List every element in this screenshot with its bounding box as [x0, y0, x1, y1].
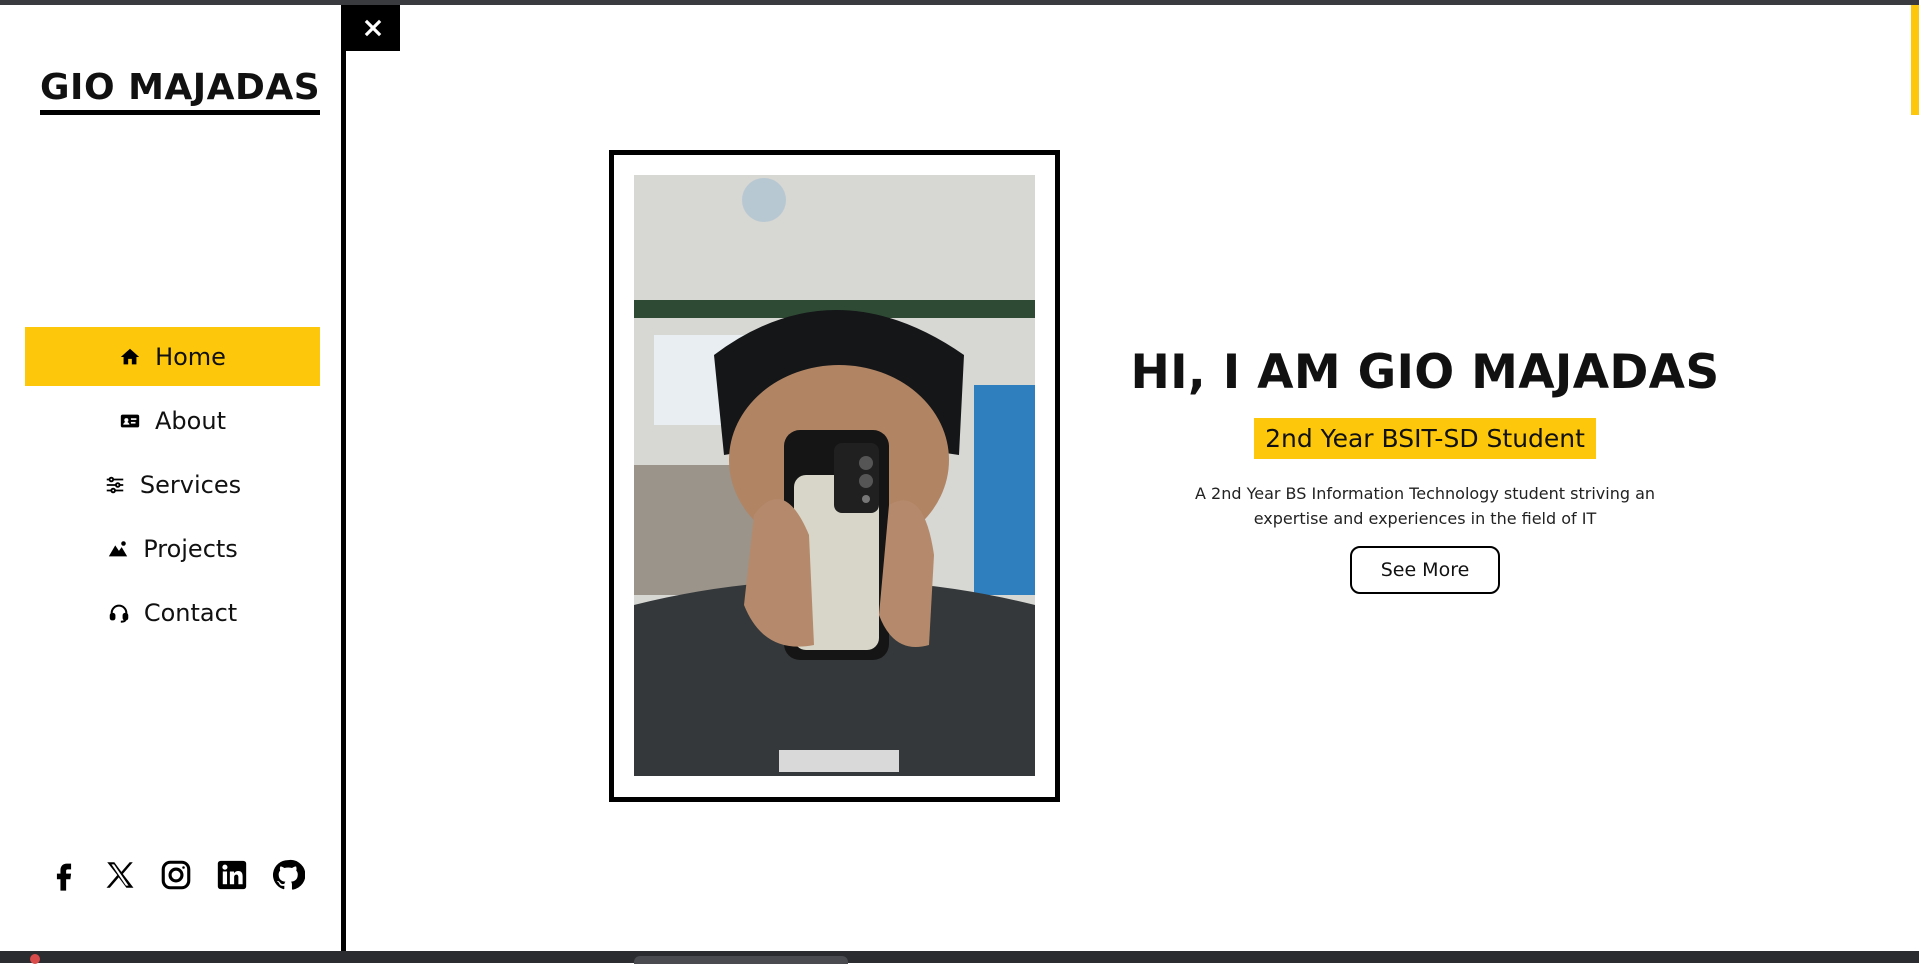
- os-taskbar: [0, 951, 1919, 963]
- nav-item-label: About: [155, 407, 226, 435]
- instagram-link[interactable]: [158, 856, 194, 894]
- profile-photo-illustration: [634, 175, 1035, 776]
- role-badge: 2nd Year BSIT-SD Student: [1254, 418, 1596, 459]
- github-icon: [271, 858, 305, 892]
- home-icon: [119, 346, 141, 368]
- nav-item-label: Contact: [144, 599, 237, 627]
- profile-photo-frame: [609, 150, 1060, 802]
- close-button[interactable]: [346, 5, 400, 51]
- instagram-icon: [159, 858, 193, 892]
- nav-item-label: Services: [140, 471, 241, 499]
- hero-description: A 2nd Year BS Information Technology stu…: [1175, 481, 1675, 531]
- linkedin-link[interactable]: [214, 856, 250, 894]
- hero-title: HI, I AM GIO MAJADAS: [1125, 345, 1725, 400]
- nav-item-home[interactable]: Home: [25, 327, 320, 386]
- see-more-button[interactable]: See More: [1350, 546, 1500, 594]
- x-link[interactable]: [102, 856, 138, 894]
- linkedin-icon: [215, 858, 249, 892]
- mountain-image-icon: [107, 538, 129, 560]
- nav-item-projects[interactable]: Projects: [25, 519, 320, 578]
- headset-icon: [108, 602, 130, 624]
- nav-item-services[interactable]: Services: [25, 455, 320, 514]
- facebook-link[interactable]: [46, 856, 82, 894]
- main-nav: Home About Services Projects Contact: [25, 327, 320, 647]
- nav-item-about[interactable]: About: [25, 391, 320, 450]
- id-card-icon: [119, 410, 141, 432]
- brand-logo[interactable]: GIO MAJADAS: [40, 67, 320, 115]
- sliders-icon: [104, 474, 126, 496]
- hero-section: HI, I AM GIO MAJADAS 2nd Year BSIT-SD St…: [1125, 345, 1725, 594]
- github-link[interactable]: [270, 856, 306, 894]
- scroll-accent-bar: [1911, 5, 1919, 115]
- close-icon: [363, 18, 383, 38]
- sidebar: GIO MAJADAS Home About Services Projects…: [0, 5, 346, 951]
- facebook-icon: [47, 858, 81, 892]
- nav-item-label: Projects: [143, 535, 238, 563]
- social-links: [46, 856, 306, 894]
- x-icon: [103, 858, 137, 892]
- nav-item-contact[interactable]: Contact: [25, 583, 320, 642]
- nav-item-label: Home: [155, 343, 226, 371]
- profile-photo: [634, 175, 1035, 776]
